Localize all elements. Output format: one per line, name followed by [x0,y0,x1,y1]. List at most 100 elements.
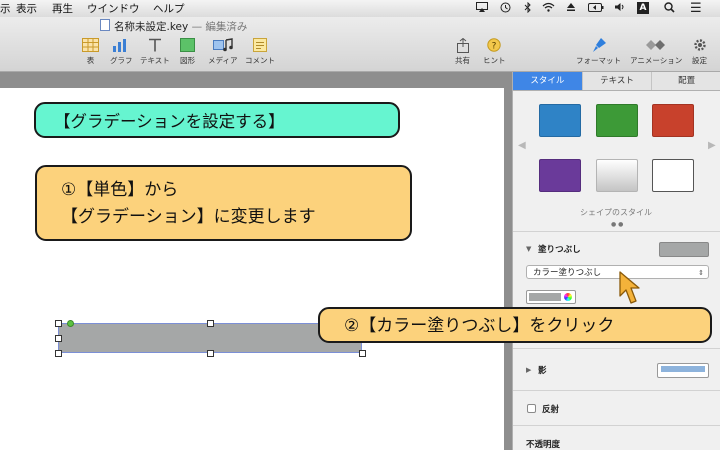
fill-preview-swatch[interactable] [659,242,709,257]
volume-icon[interactable] [614,0,626,17]
fill-type-value: カラー塗りつぶし [533,268,602,278]
callout-step-1-line-1: ①【単色】から [61,180,179,200]
divider [513,231,720,232]
pointer-arrow-icon [619,271,640,304]
toolbar-text-button[interactable]: テキスト [140,37,170,66]
toolbar-media-label: メディア [208,56,238,65]
window-toolbar: 名称未設定.key — 編集済み 表 グラフ テキスト 図形 メディア コメント… [0,17,720,72]
shadow-preview-fill [661,366,705,372]
edit-point-handle[interactable] [67,320,74,327]
tips-icon: ? [483,37,506,53]
toolbar-tips-button[interactable]: ? ヒント [483,37,506,66]
toolbar-setup-label: 設定 [692,56,707,65]
toolbar-animate-label: アニメーション [630,56,683,65]
dropdown-arrows-icon: ⇕ [698,269,704,277]
toolbar-chart-button[interactable]: グラフ [110,37,133,66]
toolbar-animate-button[interactable]: アニメーション [630,37,682,66]
document-icon [100,19,110,31]
toolbar-share-label: 共有 [455,56,470,65]
shape-styles-label: シェイプのスタイル [580,208,652,217]
svg-text:?: ? [492,42,497,52]
page-dots[interactable]: ● ● [611,221,623,228]
style-swatch-gradient-white[interactable] [596,159,638,192]
fill-color-well[interactable] [526,290,576,304]
toolbar-share-button[interactable]: 共有 [455,37,470,66]
style-swatch-red[interactable] [652,104,694,137]
style-swatch-outline[interactable] [652,159,694,192]
menu-item-truncated[interactable]: 示 [0,1,11,16]
toolbar-shape-button[interactable]: 図形 [180,37,195,66]
document-status: — 編集済み [191,21,248,33]
reflection-checkbox[interactable] [527,404,536,413]
menu-item-view[interactable]: 表示 [16,1,37,16]
selected-rectangle-shape[interactable] [58,323,362,353]
animate-icon [630,37,682,53]
resize-handle-left[interactable] [55,335,62,342]
callout-step-1-line-2: 【グラデーション】に変更します [61,207,316,227]
document-title: 名称未設定.key — 編集済み [100,19,247,34]
tab-arrange[interactable]: 配置 [652,72,720,90]
airplay-icon[interactable] [476,0,488,17]
style-swatch-green[interactable] [596,104,638,137]
format-icon [576,37,621,53]
resize-handle-bottom-right[interactable] [359,350,366,357]
toolbar-text-label: テキスト [140,56,170,65]
text-icon [140,37,170,53]
color-wheel-icon[interactable] [564,293,572,301]
toolbar-shape-label: 図形 [180,56,195,65]
style-swatch-blue[interactable] [539,104,581,137]
shadow-disclosure-icon[interactable]: ▶ [526,366,531,374]
spotlight-search-icon[interactable] [664,0,675,17]
tab-style[interactable]: スタイル [513,72,583,90]
toolbar-table-button[interactable]: 表 [82,37,99,66]
toolbar-setup-button[interactable]: 設定 [692,37,707,66]
toolbar-comment-button[interactable]: コメント [245,37,275,66]
toolbar-format-button[interactable]: フォーマット [576,37,621,66]
toolbar-media-button[interactable]: メディア [208,37,237,66]
menu-item-play[interactable]: 再生 [52,1,73,16]
opacity-label: 不透明度 [526,440,561,450]
toolbar-format-label: フォーマット [576,56,621,65]
toolbar-tips-label: ヒント [483,56,506,65]
eject-icon[interactable] [566,0,576,17]
slide[interactable] [0,88,504,450]
notification-center-icon[interactable]: ☰ [690,0,702,17]
table-icon [82,37,99,53]
style-swatch-purple[interactable] [539,159,581,192]
time-machine-icon[interactable] [500,0,511,17]
comment-icon [245,37,275,53]
wifi-icon[interactable] [542,0,555,17]
resize-handle-bottom-left[interactable] [55,350,62,357]
styles-prev-icon[interactable]: ◀ [518,140,526,151]
shadow-section-label[interactable]: 影 [538,364,547,376]
toolbar-chart-label: グラフ [110,56,133,65]
resize-handle-top[interactable] [207,320,214,327]
resize-handle-top-left[interactable] [55,320,62,327]
callout-title: 【グラデーションを設定する】 [34,102,400,138]
tab-text[interactable]: テキスト [582,72,653,90]
media-icon [208,37,237,53]
input-source-indicator[interactable]: A [637,2,649,14]
battery-icon[interactable] [588,0,604,17]
fill-section-label[interactable]: 塗りつぶし [538,243,581,255]
setup-icon [692,37,707,53]
callout-step-2: ②【カラー塗りつぶし】をクリック [318,307,712,343]
toolbar-comment-label: コメント [245,56,275,65]
fill-disclosure-icon[interactable]: ▼ [526,245,531,253]
inspector-tabs: スタイル テキスト 配置 [513,72,720,91]
styles-next-icon[interactable]: ▶ [708,140,716,151]
callout-step-1: ①【単色】から 【グラデーション】に変更します [35,165,412,241]
fill-color-swatch [529,293,561,301]
shadow-preview-swatch[interactable] [657,363,709,378]
divider [513,348,720,349]
menu-item-window[interactable]: ウインドウ [87,1,140,16]
reflection-label: 反射 [542,405,560,415]
bluetooth-icon[interactable] [524,0,532,17]
resize-handle-bottom[interactable] [207,350,214,357]
menu-bar: 示 表示 再生 ウインドウ ヘルプ A ☰ [0,0,720,18]
document-name: 名称未設定.key [114,21,189,33]
divider [513,425,720,426]
share-icon [455,37,470,53]
divider [513,390,720,391]
menu-item-help[interactable]: ヘルプ [153,1,185,16]
